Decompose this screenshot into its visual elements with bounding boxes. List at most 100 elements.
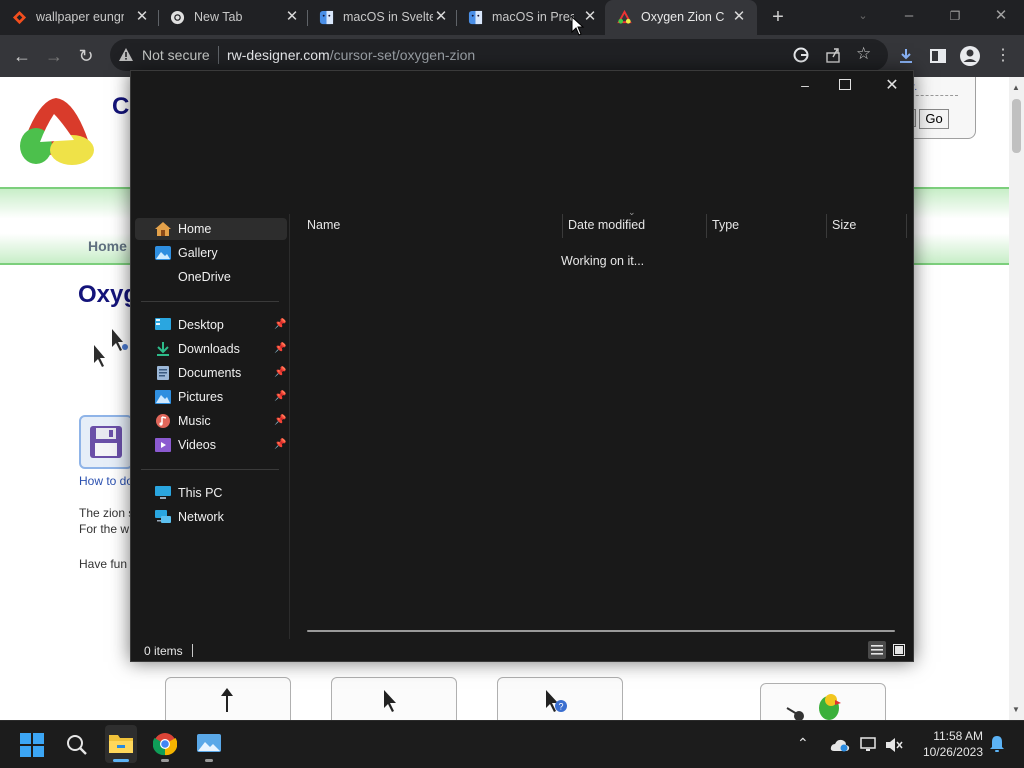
cursor-card[interactable] — [760, 683, 886, 720]
tiles-view-button[interactable] — [890, 641, 908, 659]
nav-item-downloads[interactable]: Downloads 📌 — [135, 338, 287, 360]
search-icon[interactable] — [66, 734, 88, 756]
side-panel-icon[interactable] — [929, 47, 947, 65]
page-scrollbar[interactable]: ▲ ▼ — [1009, 77, 1024, 720]
tab-title: Oxygen Zion Cu — [641, 10, 725, 24]
restore-icon[interactable]: ❐ — [932, 0, 978, 32]
nav-label: Pictures — [178, 390, 224, 404]
file-explorer-window: – ✕ Home Gallery OneDrive Desktop 📌 Down… — [130, 70, 914, 662]
pin-icon[interactable]: 📌 — [274, 386, 286, 408]
onedrive-icon[interactable] — [830, 738, 850, 752]
nav-item-desktop[interactable]: Desktop 📌 — [135, 314, 287, 336]
bookmark-star-icon[interactable]: ☆ — [856, 44, 871, 64]
svg-text:?: ? — [559, 702, 564, 712]
clock-date[interactable]: 10/26/2023 — [913, 745, 983, 759]
reload-icon[interactable]: ↻ — [74, 44, 98, 68]
videos-icon — [155, 438, 171, 452]
details-view-button[interactable] — [868, 641, 886, 659]
mouse-pointer-icon — [571, 16, 585, 36]
cursor-card[interactable] — [331, 677, 457, 720]
photos-icon — [197, 734, 221, 752]
nav-label: Gallery — [178, 246, 218, 260]
nav-label: Home — [178, 222, 212, 236]
back-arrow-icon[interactable]: ← — [10, 44, 34, 68]
column-header-size[interactable]: Size — [832, 218, 856, 232]
nav-item-pictures[interactable]: Pictures 📌 — [135, 386, 287, 408]
cursor-card[interactable] — [165, 677, 291, 720]
download-set-button[interactable] — [79, 415, 133, 469]
pin-icon[interactable]: 📌 — [274, 410, 286, 432]
tab-wallpaper[interactable]: wallpaper eungr ✕ — [0, 0, 158, 35]
close-tab-icon[interactable]: ✕ — [731, 8, 747, 26]
nav-item-home[interactable]: Home — [135, 218, 287, 240]
nav-item-documents[interactable]: Documents 📌 — [135, 362, 287, 384]
how-to-link[interactable]: How to do — [79, 474, 133, 488]
chrome-taskbar-button[interactable] — [149, 725, 181, 763]
close-icon[interactable]: ✕ — [882, 75, 902, 95]
nav-item-network[interactable]: Network — [135, 506, 287, 528]
profile-avatar-icon[interactable] — [959, 45, 981, 67]
tray-chevron-up-icon[interactable]: ⌃ — [797, 735, 809, 752]
download-icon[interactable] — [897, 47, 915, 65]
menu-kebab-icon[interactable]: ⋮ — [991, 44, 1015, 68]
address-bar[interactable]: Not secure rw-designer.com/cursor-set/ox… — [110, 39, 888, 71]
windows-start-icon[interactable] — [20, 733, 44, 757]
column-header-type[interactable]: Type — [712, 218, 739, 232]
nav-item-onedrive[interactable]: OneDrive — [135, 266, 287, 288]
url-text[interactable]: rw-designer.com/cursor-set/oxygen-zion — [227, 47, 475, 63]
this-pc-icon — [155, 486, 171, 499]
chrome-icon — [170, 10, 185, 25]
rw-designer-logo — [20, 98, 94, 165]
tab-new-tab[interactable]: New Tab ✕ — [158, 0, 307, 35]
nav-item-videos[interactable]: Videos 📌 — [135, 434, 287, 456]
cursor-card[interactable]: ? — [497, 677, 623, 720]
clock-time[interactable]: 11:58 AM — [919, 729, 983, 743]
pin-icon[interactable]: 📌 — [274, 338, 286, 360]
nav-item-this-pc[interactable]: This PC — [135, 482, 287, 504]
downloads-icon — [157, 342, 169, 356]
floppy-disk-icon — [90, 426, 122, 458]
nav-label: Network — [178, 510, 224, 524]
forward-arrow-icon[interactable]: → — [42, 44, 66, 68]
column-header-date[interactable]: Date modified — [568, 218, 645, 232]
close-tab-icon[interactable]: ✕ — [284, 8, 300, 26]
photos-taskbar-button[interactable] — [193, 725, 225, 763]
pin-icon[interactable]: 📌 — [274, 314, 286, 336]
tiles-view-icon — [893, 644, 905, 656]
scroll-down-icon[interactable]: ▼ — [1012, 705, 1020, 714]
display-icon[interactable] — [860, 737, 878, 753]
nav-item-gallery[interactable]: Gallery — [135, 242, 287, 264]
google-lens-icon[interactable] — [793, 47, 809, 63]
pin-icon[interactable]: 📌 — [274, 362, 286, 384]
file-explorer-taskbar-button[interactable] — [105, 725, 137, 763]
share-icon[interactable] — [825, 47, 841, 63]
navigation-pane: Home Gallery OneDrive Desktop 📌 Download… — [131, 214, 289, 637]
finder-icon — [319, 10, 334, 25]
description-line: For the w — [79, 522, 130, 536]
nav-item-music[interactable]: Music 📌 — [135, 410, 287, 432]
nav-label: Videos — [178, 438, 216, 452]
go-button[interactable]: Go — [919, 109, 949, 129]
site-title-fragment: C — [112, 93, 130, 120]
close-tab-icon[interactable]: ✕ — [134, 8, 150, 26]
parrot-cursor-icon — [786, 694, 841, 720]
close-window-icon[interactable]: ✕ — [978, 0, 1024, 32]
minimize-icon[interactable]: – — [795, 77, 815, 95]
scroll-up-icon[interactable]: ▲ — [1012, 83, 1020, 92]
tab-oxygen-zion[interactable]: Oxygen Zion Cu ✕ — [605, 0, 757, 35]
pin-icon[interactable]: 📌 — [274, 434, 286, 456]
column-header-name[interactable]: Name — [307, 218, 340, 232]
nav-home-link[interactable]: Home — [88, 238, 127, 254]
close-tab-icon[interactable]: ✕ — [433, 8, 449, 26]
folder-icon — [109, 735, 133, 753]
notification-bell-icon[interactable] — [989, 735, 1005, 753]
volume-muted-icon[interactable] — [885, 737, 903, 753]
tab-search-chevron-icon[interactable]: ⌄ — [840, 0, 886, 32]
horizontal-scrollbar[interactable] — [307, 630, 895, 632]
new-tab-plus-icon[interactable]: + — [766, 5, 790, 29]
tab-macos-svelte[interactable]: macOS in Svelte ✕ — [307, 0, 456, 35]
scroll-thumb[interactable] — [1012, 99, 1021, 153]
maximize-icon[interactable] — [839, 79, 851, 90]
cursor-preview-icon — [94, 329, 128, 367]
minimize-icon[interactable]: – — [886, 0, 932, 32]
